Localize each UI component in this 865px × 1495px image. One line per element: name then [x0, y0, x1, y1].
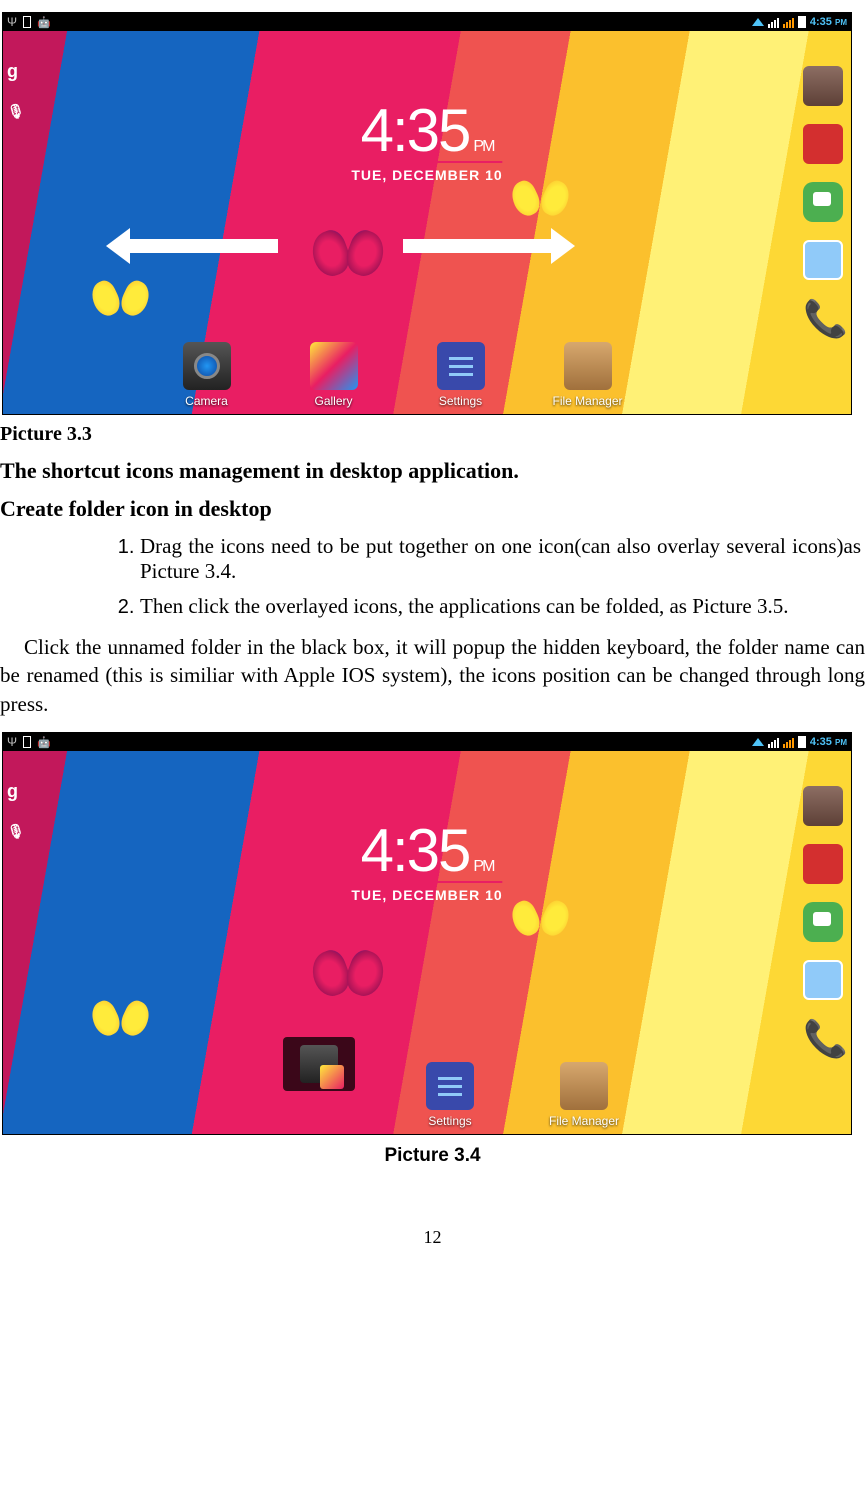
right-widget-column: 📞 — [803, 786, 843, 1058]
widget-generic-icon[interactable] — [803, 786, 843, 826]
android-statusbar: Ψ 🤖 4:35 PM — [3, 733, 851, 751]
clock-date: TUE, DECEMBER 10 — [351, 161, 502, 183]
folder-stacked-icons — [300, 1045, 338, 1083]
widget-generic-icon[interactable] — [803, 844, 843, 884]
phone-icon[interactable]: 📞 — [803, 298, 843, 338]
mic-icon[interactable]: 🎙 — [7, 103, 29, 125]
filemanager-app[interactable]: File Manager — [539, 1062, 629, 1128]
dock-label: Gallery — [314, 394, 352, 408]
messaging-icon[interactable] — [803, 902, 843, 942]
gallery-icon — [310, 342, 358, 390]
status-psi-icon: Ψ — [7, 15, 17, 29]
filemanager-app[interactable]: File Manager — [543, 342, 633, 408]
camera-app[interactable]: Camera — [162, 342, 252, 408]
butterfly-decoration — [513, 901, 568, 941]
signal-2-icon — [783, 16, 794, 28]
page-number: 12 — [0, 1227, 865, 1248]
butterfly-decoration — [93, 1001, 148, 1041]
clock-date: TUE, DECEMBER 10 — [351, 881, 502, 903]
clock-widget[interactable]: 4:35PM TUE, DECEMBER 10 — [351, 816, 502, 905]
android-statusbar: Ψ 🤖 4:35 PM — [3, 13, 851, 31]
folder-icon — [560, 1062, 608, 1110]
folder-icon — [564, 342, 612, 390]
butterfly-decoration — [93, 281, 148, 321]
status-portrait-icon — [23, 16, 31, 28]
figure-caption: Picture 3.3 — [0, 423, 865, 446]
body-paragraph: Click the unnamed folder in the black bo… — [0, 633, 865, 718]
contacts-icon[interactable] — [803, 240, 843, 280]
right-widget-column: 📞 — [803, 66, 843, 338]
dock-label: Camera — [185, 394, 228, 408]
dock-label: File Manager — [549, 1114, 619, 1128]
clock-time: 4:35PM — [351, 816, 502, 885]
dock-label: File Manager — [552, 394, 622, 408]
butterfly-decoration — [313, 231, 383, 281]
mic-icon[interactable]: 🎙 — [7, 823, 29, 845]
list-item: Then click the overlayed icons, the appl… — [140, 594, 861, 619]
settings-icon — [437, 342, 485, 390]
signal-1-icon — [768, 736, 779, 748]
subsection-heading: Create folder icon in desktop — [0, 496, 865, 522]
signal-1-icon — [768, 16, 779, 28]
dock-label: Settings — [428, 1114, 471, 1128]
list-item: Drag the icons need to be put together o… — [140, 534, 861, 584]
status-android-icon: 🤖 — [37, 16, 51, 29]
swipe-right-arrow — [403, 239, 553, 253]
butterfly-decoration — [513, 181, 568, 221]
instruction-list: Drag the icons need to be put together o… — [140, 534, 861, 619]
phone-icon[interactable]: 📞 — [803, 1018, 843, 1058]
settings-app[interactable]: Settings — [405, 1062, 495, 1128]
section-heading: The shortcut icons management in desktop… — [0, 458, 865, 484]
gallery-app[interactable]: Gallery — [289, 342, 379, 408]
google-icon[interactable]: g — [7, 61, 29, 83]
wifi-icon — [752, 18, 764, 26]
figure-caption: Picture 3.4 — [0, 1145, 865, 1167]
settings-icon — [426, 1062, 474, 1110]
wallpaper: g 🎙 4:35PM TUE, DECEMBER 10 📞 Camera — [3, 31, 851, 414]
status-portrait-icon — [23, 736, 31, 748]
contacts-icon[interactable] — [803, 960, 843, 1000]
camera-icon — [183, 342, 231, 390]
signal-2-icon — [783, 736, 794, 748]
status-android-icon: 🤖 — [37, 736, 51, 749]
widget-generic-icon[interactable] — [803, 66, 843, 106]
screenshot-picture-3-3: Ψ 🤖 4:35 PM g 🎙 4:35PM TUE, DECEMBER 10 — [2, 12, 852, 415]
app-dock: Settings File Manager — [383, 1062, 651, 1128]
screenshot-picture-3-4: Ψ 🤖 4:35 PM g 🎙 4:35PM TUE, DECEMBER 10 — [2, 732, 852, 1135]
quick-search-bar[interactable]: g 🎙 — [7, 61, 29, 125]
swipe-left-arrow — [128, 239, 278, 253]
clock-time: 4:35PM — [351, 96, 502, 165]
battery-icon — [798, 736, 806, 748]
app-dock: Camera Gallery Settings File Manager — [143, 342, 651, 408]
wifi-icon — [752, 738, 764, 746]
wallpaper: g 🎙 4:35PM TUE, DECEMBER 10 📞 Settings — [3, 751, 851, 1134]
google-icon[interactable]: g — [7, 781, 29, 803]
statusbar-time: 4:35 PM — [810, 16, 847, 28]
status-psi-icon: Ψ — [7, 735, 17, 749]
unnamed-folder[interactable] — [283, 1037, 355, 1091]
butterfly-decoration — [313, 951, 383, 1001]
statusbar-time: 4:35 PM — [810, 736, 847, 748]
clock-widget[interactable]: 4:35PM TUE, DECEMBER 10 — [351, 96, 502, 185]
battery-icon — [798, 16, 806, 28]
messaging-icon[interactable] — [803, 182, 843, 222]
widget-generic-icon[interactable] — [803, 124, 843, 164]
settings-app[interactable]: Settings — [416, 342, 506, 408]
dock-label: Settings — [439, 394, 482, 408]
quick-search-bar[interactable]: g 🎙 — [7, 781, 29, 845]
